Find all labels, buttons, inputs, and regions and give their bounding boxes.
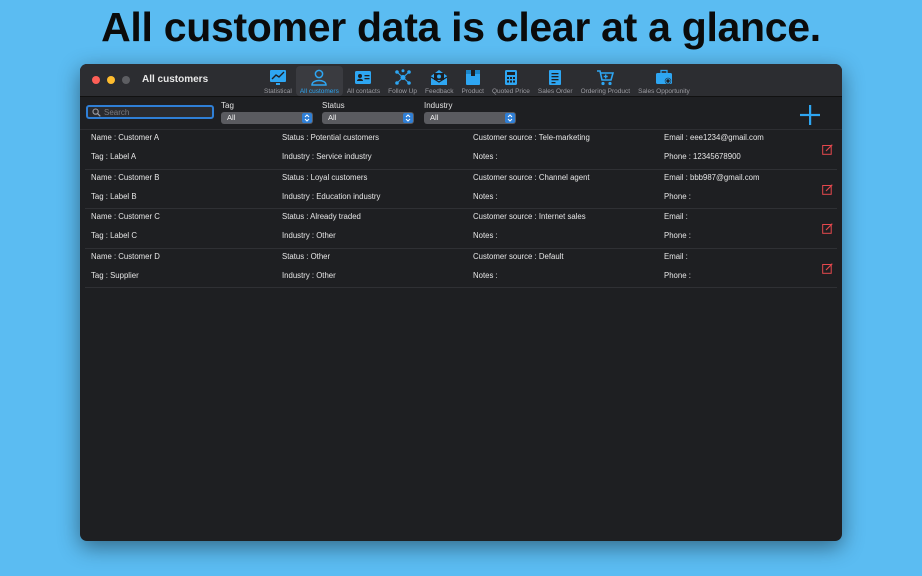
- customer-notes: Notes :: [473, 191, 498, 201]
- edit-customer-button[interactable]: [822, 262, 833, 274]
- follow-up-icon: [394, 69, 412, 86]
- contacts-icon: [354, 69, 372, 86]
- edit-icon: [822, 223, 833, 234]
- chevron-updown-icon: [505, 113, 515, 123]
- chevron-updown-icon: [302, 113, 312, 123]
- edit-customer-button[interactable]: [822, 183, 833, 195]
- customers-icon: [310, 69, 328, 86]
- table-row[interactable]: Name : Customer C Tag : Label C Status :…: [85, 209, 837, 249]
- customer-status: Status : Loyal customers: [282, 172, 368, 182]
- tab-all-customers[interactable]: All customers: [295, 66, 343, 96]
- product-icon: [464, 69, 482, 86]
- customer-industry: Industry : Other: [282, 231, 336, 240]
- customer-name: Name : Customer B: [91, 172, 160, 182]
- window-title: All customers: [142, 74, 209, 85]
- customer-email: Email : bbb987@gmail.com: [664, 172, 760, 182]
- table-row[interactable]: Name : Customer A Tag : Label A Status :…: [85, 130, 837, 170]
- customer-email: Email : eee1234@gmail.com: [664, 133, 764, 142]
- customer-tag: Tag : Supplier: [91, 270, 139, 280]
- tag-filter: Tag All: [221, 100, 313, 124]
- tab-ordering-product[interactable]: Ordering Product: [577, 66, 635, 96]
- customer-tag: Tag : Label B: [91, 191, 137, 201]
- customer-status: Status : Potential customers: [282, 133, 380, 142]
- status-select[interactable]: All: [322, 112, 414, 124]
- tab-sales-order[interactable]: Sales Order: [534, 66, 577, 96]
- customer-industry: Industry : Service industry: [282, 152, 372, 161]
- tab-statistical[interactable]: Statistical: [260, 66, 296, 96]
- cart-icon: [596, 69, 615, 86]
- customer-notes: Notes :: [473, 270, 498, 280]
- customer-source: Customer source : Channel agent: [473, 172, 590, 182]
- customer-email: Email :: [664, 212, 688, 221]
- tab-product[interactable]: Product: [458, 66, 488, 96]
- plus-icon: [800, 105, 820, 125]
- title-bar: All customers Statistical All customers …: [80, 64, 842, 97]
- headline: All customer data is clear at a glance.: [101, 4, 821, 50]
- close-window-button[interactable]: [92, 76, 100, 84]
- chevron-updown-icon: [403, 113, 413, 123]
- status-filter-label: Status: [322, 101, 345, 110]
- edit-icon: [822, 144, 833, 155]
- table-row[interactable]: Name : Customer B Tag : Label B Status :…: [85, 170, 837, 209]
- tab-feedback[interactable]: Feedback: [421, 66, 458, 96]
- customer-phone: Phone :: [664, 231, 691, 240]
- add-customer-button[interactable]: [798, 103, 822, 127]
- customer-tag: Tag : Label A: [91, 152, 137, 161]
- tab-follow-up[interactable]: Follow Up: [384, 66, 421, 96]
- search-field: [86, 105, 214, 119]
- customer-phone: Phone : 12345678900: [664, 152, 741, 161]
- tab-all-contacts[interactable]: All contacts: [343, 66, 384, 96]
- calculator-icon: [502, 69, 520, 86]
- customer-phone: Phone :: [664, 191, 691, 201]
- customer-industry: Industry : Education industry: [282, 191, 381, 201]
- tag-filter-label: Tag: [221, 101, 234, 110]
- customer-list: Name : Customer A Tag : Label A Status :…: [85, 130, 837, 288]
- industry-filter: Industry All: [424, 100, 516, 124]
- edit-icon: [822, 183, 833, 195]
- status-filter: Status All: [322, 100, 414, 124]
- feedback-icon: [430, 69, 448, 86]
- tag-select[interactable]: All: [221, 112, 313, 124]
- window-controls: [92, 76, 130, 84]
- chart-icon: [269, 69, 287, 86]
- search-input[interactable]: [104, 107, 210, 117]
- customer-tag: Tag : Label C: [91, 231, 137, 240]
- zoom-window-button[interactable]: [122, 76, 130, 84]
- toolbar: Statistical All customers All contacts F…: [260, 66, 694, 96]
- customer-phone: Phone :: [664, 270, 691, 280]
- customer-name: Name : Customer A: [91, 133, 160, 142]
- customer-source: Customer source : Default: [473, 251, 564, 261]
- customer-status: Status : Other: [282, 251, 331, 261]
- customer-name: Name : Customer C: [91, 212, 160, 221]
- customer-industry: Industry : Other: [282, 270, 336, 280]
- filter-bar: Tag All Status All Industry All: [80, 98, 842, 130]
- customer-name: Name : Customer D: [91, 251, 160, 261]
- app-window: All customers Statistical All customers …: [80, 64, 842, 541]
- edit-customer-button[interactable]: [822, 144, 833, 155]
- industry-filter-label: Industry: [424, 101, 453, 110]
- industry-select[interactable]: All: [424, 112, 516, 124]
- table-row[interactable]: Name : Customer D Tag : Supplier Status …: [85, 249, 837, 288]
- edit-customer-button[interactable]: [822, 223, 833, 234]
- customer-status: Status : Already traded: [282, 212, 361, 221]
- minimize-window-button[interactable]: [107, 76, 115, 84]
- customer-email: Email :: [664, 251, 688, 261]
- customer-notes: Notes :: [473, 231, 498, 240]
- tag-select-value: All: [227, 113, 236, 122]
- order-icon: [546, 69, 564, 86]
- tab-sales-opportunity[interactable]: Sales Opportunity: [634, 66, 694, 96]
- customer-source: Customer source : Tele-marketing: [473, 133, 590, 142]
- industry-select-value: All: [430, 113, 439, 122]
- search-icon: [92, 108, 101, 117]
- status-select-value: All: [328, 113, 337, 122]
- tab-quoted-price[interactable]: Quoted Price: [488, 66, 534, 96]
- briefcase-icon: [655, 69, 673, 86]
- customer-source: Customer source : Internet sales: [473, 212, 586, 221]
- edit-icon: [822, 262, 833, 274]
- customer-notes: Notes :: [473, 152, 498, 161]
